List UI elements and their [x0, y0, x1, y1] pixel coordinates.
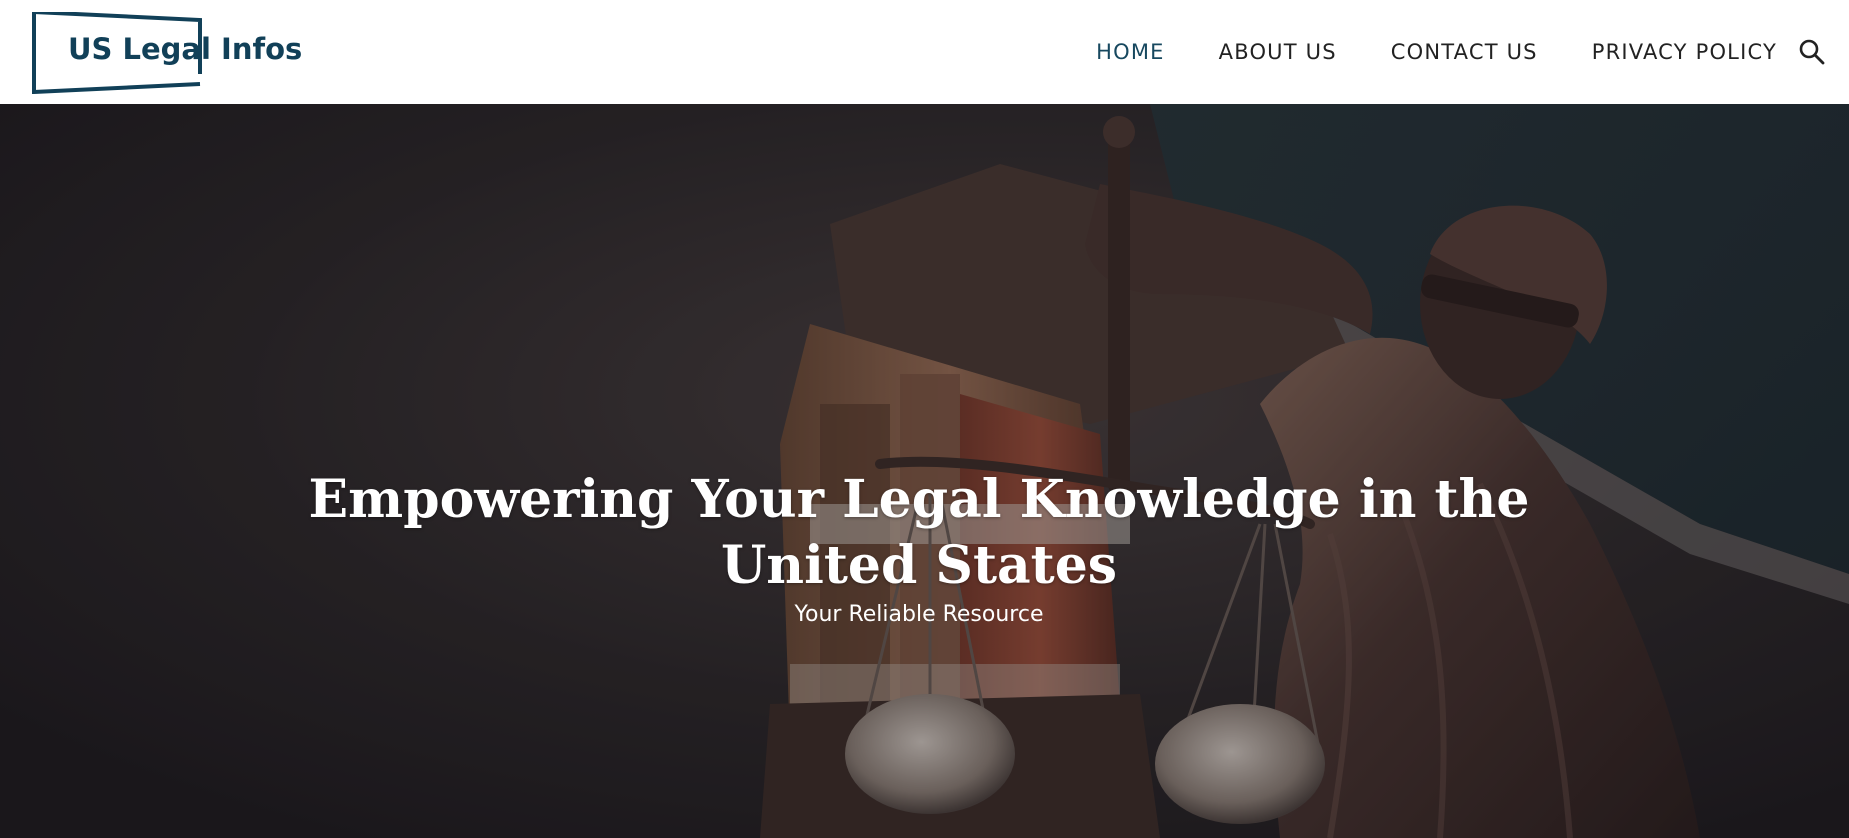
nav-item-privacy-policy[interactable]: PRIVACY POLICY — [1592, 40, 1777, 64]
hero-subtitle: Your Reliable Resource — [794, 602, 1044, 627]
main-nav: HOME ABOUT US CONTACT US PRIVACY POLICY — [1042, 0, 1777, 104]
search-icon — [1799, 39, 1825, 65]
logo-text: US Legal Infos — [68, 32, 303, 66]
nav-item-home[interactable]: HOME — [1096, 40, 1165, 64]
hero-banner: Empowering Your Legal Knowledge in the U… — [0, 104, 1849, 838]
hero-title: Empowering Your Legal Knowledge in the U… — [0, 467, 1838, 599]
hero-title-line-1: Empowering Your Legal Knowledge in the — [308, 468, 1530, 530]
search-button[interactable] — [1797, 37, 1827, 67]
site-logo[interactable]: US Legal Infos — [32, 12, 302, 94]
nav-item-about-us[interactable]: ABOUT US — [1219, 40, 1337, 64]
hero-title-line-2: United States — [720, 534, 1118, 596]
nav-item-contact-us[interactable]: CONTACT US — [1391, 40, 1538, 64]
site-header: US Legal Infos HOME ABOUT US CONTACT US … — [0, 0, 1849, 104]
